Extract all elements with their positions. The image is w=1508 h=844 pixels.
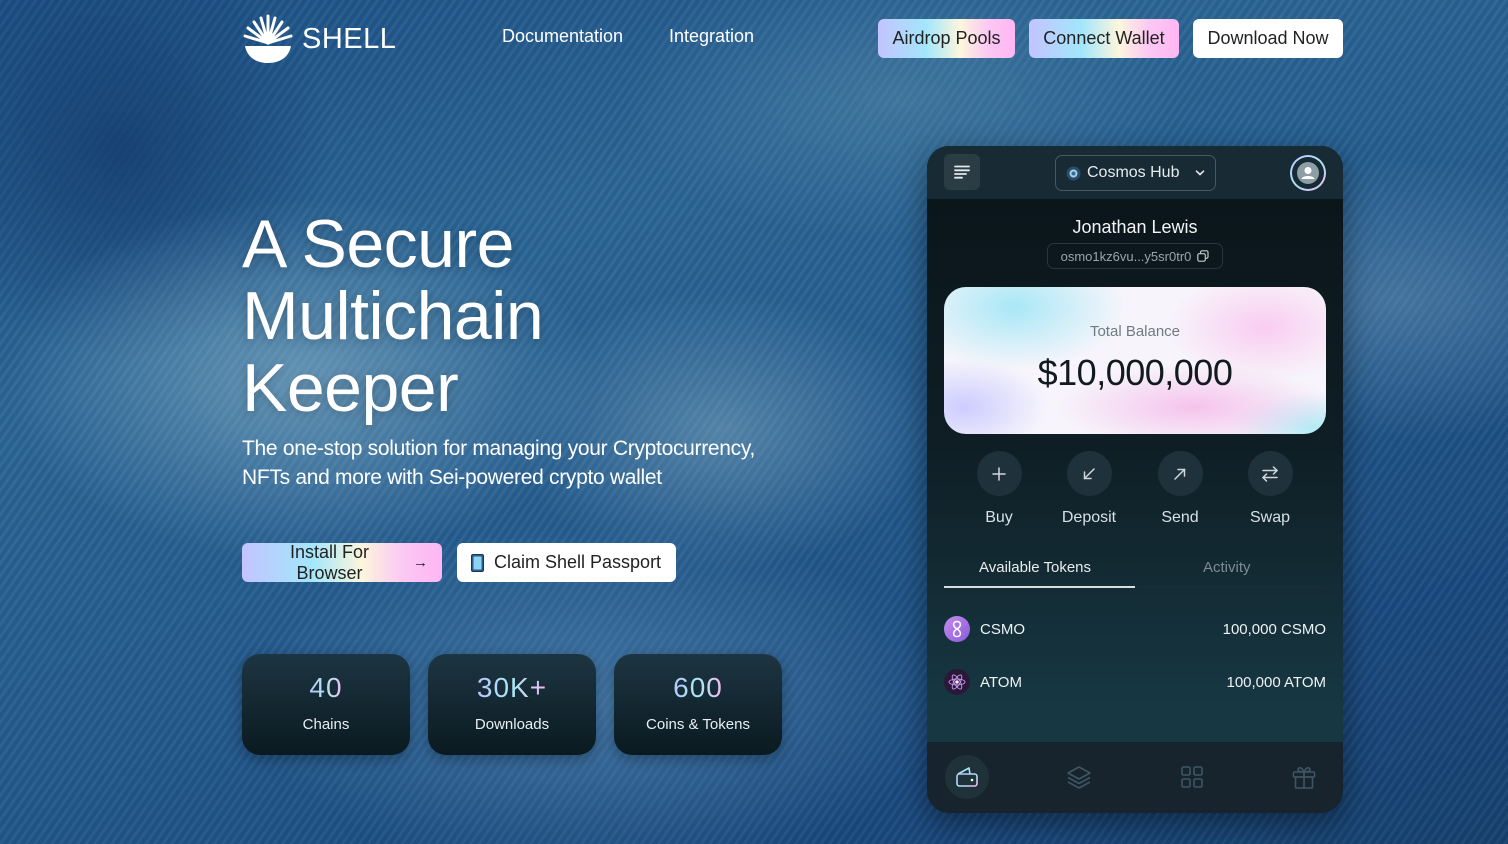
- wallet-bottom-nav: [927, 742, 1343, 813]
- address-pill[interactable]: osmo1kz6vu...y5sr0tr0: [1047, 243, 1223, 269]
- install-label: Install For Browser: [289, 541, 370, 583]
- action-label: Deposit: [1061, 509, 1117, 526]
- layers-icon: [1067, 766, 1091, 789]
- airdrop-pools-button[interactable]: Airdrop Pools: [878, 19, 1015, 58]
- stat-card-coins-tokens: 600 Coins & Tokens: [614, 654, 782, 755]
- nav-documentation[interactable]: Documentation: [502, 26, 623, 47]
- token-row[interactable]: CSMO 100,000 CSMO: [944, 616, 1326, 642]
- stat-label: Coins & Tokens: [646, 716, 750, 733]
- copy-icon[interactable]: [1197, 250, 1209, 262]
- passport-icon: [471, 553, 484, 572]
- action-label: Swap: [1249, 509, 1291, 526]
- nav-integration[interactable]: Integration: [669, 26, 754, 47]
- wallet-icon: [956, 767, 978, 787]
- menu-icon: [954, 165, 970, 179]
- account-name: Jonathan Lewis: [1072, 217, 1198, 237]
- avatar-button[interactable]: [1290, 155, 1326, 191]
- chevron-down-icon: [1196, 170, 1205, 176]
- action-label: Buy: [985, 509, 1013, 526]
- shell-logo-icon: [243, 14, 293, 63]
- wallet-address: osmo1kz6vu...y5sr0tr0: [1060, 248, 1192, 264]
- buy-action[interactable]: Buy: [964, 451, 1034, 527]
- hero-title-line: Keeper: [242, 350, 459, 426]
- logo-text: SHELL: [302, 22, 397, 55]
- nav-layers[interactable]: [1057, 755, 1101, 799]
- csmo-token-icon: [944, 616, 970, 642]
- nav-apps[interactable]: [1170, 755, 1214, 799]
- shell-logo[interactable]: SHELL: [242, 13, 396, 65]
- stat-value: 30K+: [476, 672, 548, 703]
- apps-grid-icon: [1181, 766, 1203, 788]
- swap-action[interactable]: Swap: [1235, 451, 1305, 527]
- connect-wallet-button[interactable]: Connect Wallet: [1029, 19, 1179, 58]
- balance-value: $10,000,000: [1037, 352, 1233, 393]
- tab-activity[interactable]: Activity: [1203, 559, 1251, 576]
- menu-button[interactable]: [944, 154, 980, 190]
- active-tab-indicator: [944, 586, 1135, 588]
- send-action[interactable]: Send: [1145, 451, 1215, 527]
- user-avatar-icon: [1297, 162, 1319, 184]
- token-symbol: CSMO: [980, 620, 1025, 638]
- token-symbol: ATOM: [980, 673, 1022, 691]
- nav-rewards[interactable]: [1282, 755, 1326, 799]
- claim-label: Claim Shell Passport: [494, 552, 662, 572]
- balance-label: Total Balance: [1089, 323, 1181, 340]
- download-now-button[interactable]: Download Now: [1193, 19, 1343, 58]
- wallet-preview: Cosmos Hub Jonathan Lewis osmo1kz6vu...y…: [927, 146, 1343, 813]
- tab-available-tokens[interactable]: Available Tokens: [979, 559, 1091, 576]
- arrow-up-right-icon: [1157, 451, 1203, 496]
- swap-icon: [1247, 451, 1293, 496]
- chain-name: Cosmos Hub: [1087, 164, 1180, 181]
- token-amount: 100,000 ATOM: [1226, 673, 1326, 691]
- stat-value: 40: [309, 672, 343, 703]
- action-label: Send: [1161, 509, 1199, 526]
- deposit-action[interactable]: Deposit: [1054, 451, 1124, 527]
- token-amount: 100,000 CSMO: [1222, 620, 1326, 638]
- balance-card: Total Balance $10,000,000: [944, 287, 1326, 434]
- arrow-down-left-icon: [1066, 451, 1112, 496]
- stat-label: Chains: [302, 716, 350, 733]
- nav-wallet[interactable]: [945, 755, 989, 799]
- stat-value: 600: [673, 672, 723, 703]
- chain-selector[interactable]: Cosmos Hub: [1055, 155, 1216, 191]
- stat-card-chains: 40 Chains: [242, 654, 410, 755]
- install-for-browser-button[interactable]: Install For Browser →: [242, 541, 442, 583]
- arrow-right-icon: →: [413, 554, 428, 571]
- claim-shell-passport-button[interactable]: Claim Shell Passport: [457, 543, 676, 582]
- hero-title-line: A Secure: [242, 206, 514, 282]
- atom-token-icon: [944, 669, 970, 695]
- stat-card-downloads: 30K+ Downloads: [428, 654, 596, 755]
- hero-subtitle: The one-stop solution for managing your …: [242, 437, 756, 489]
- wallet-topbar: Cosmos Hub: [927, 146, 1343, 199]
- plus-icon: [976, 451, 1022, 496]
- token-row[interactable]: ATOM 100,000 ATOM: [944, 669, 1326, 695]
- stat-label: Downloads: [474, 716, 550, 733]
- gift-icon: [1292, 767, 1316, 789]
- hero-title: A Secure Multichain Keeper: [242, 206, 544, 426]
- cosmos-hub-icon: [1066, 166, 1081, 180]
- hero-title-line: Multichain: [242, 278, 544, 354]
